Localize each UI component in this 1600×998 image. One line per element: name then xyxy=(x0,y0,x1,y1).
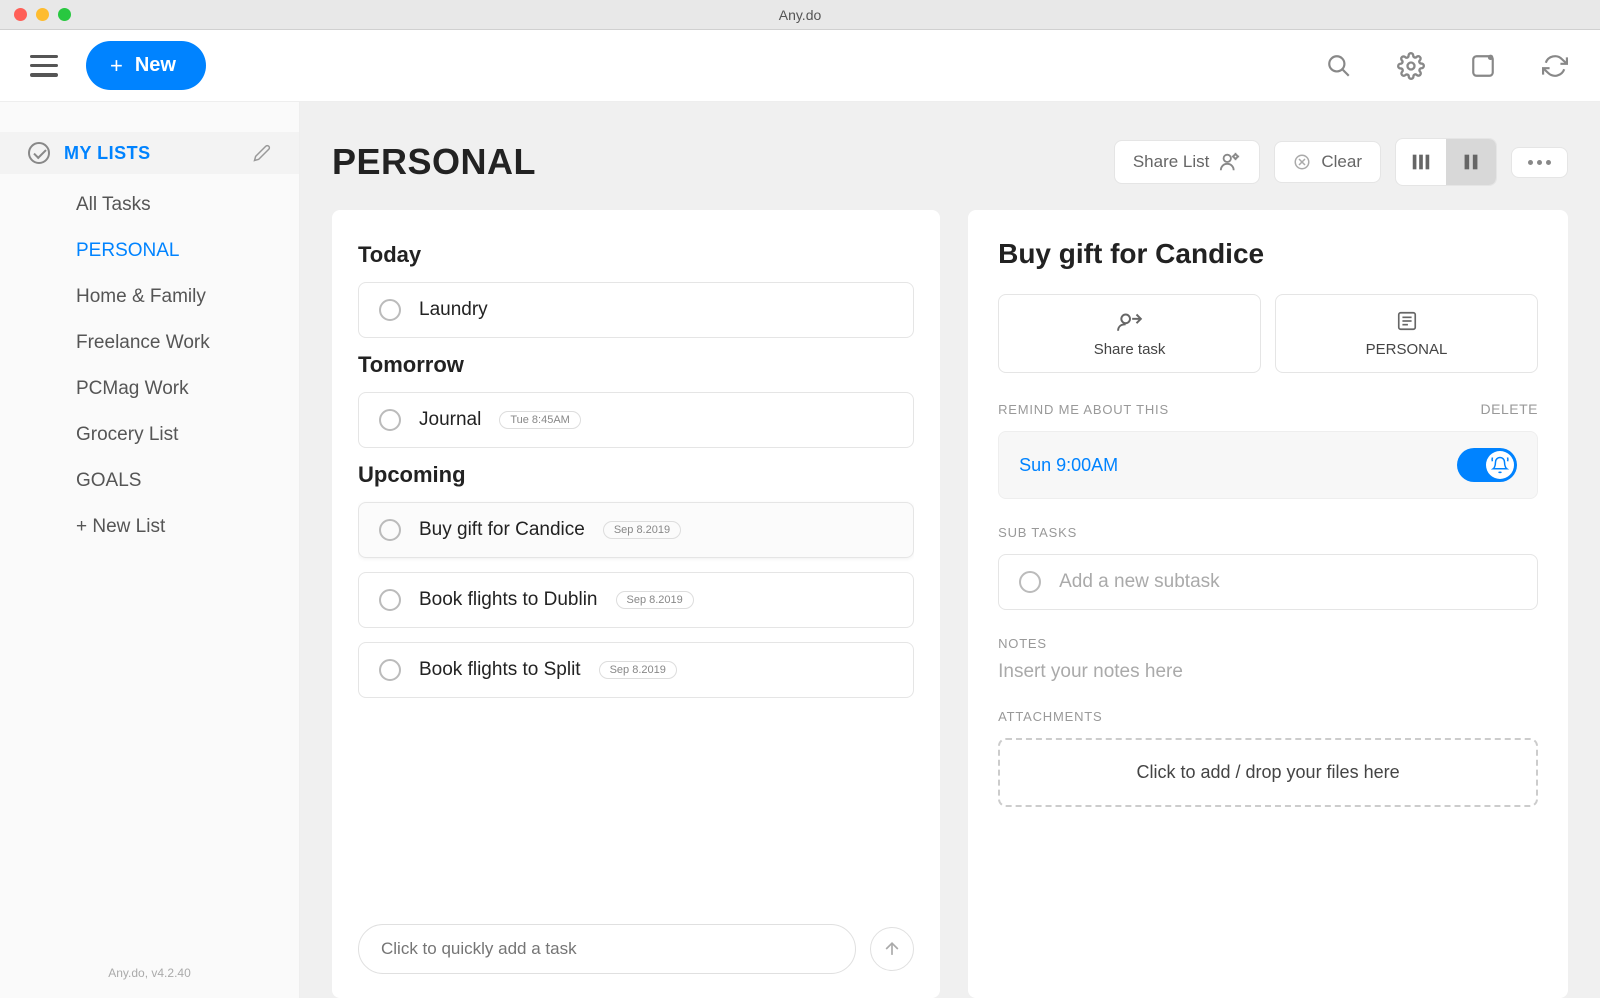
new-button-label: New xyxy=(135,54,176,77)
content-header: PERSONAL Share List Clear xyxy=(332,138,1568,186)
subtask-placeholder: Add a new subtask xyxy=(1059,571,1220,593)
task-check-icon[interactable] xyxy=(379,589,401,611)
app-version: Any.do, v4.2.40 xyxy=(0,966,299,980)
section-title: Today xyxy=(358,242,914,268)
window-title: Any.do xyxy=(779,7,822,23)
reminder-row[interactable]: Sun 9:00AM xyxy=(998,431,1538,499)
task-panel: Today Laundry Tomorrow Journal Tue 8:45AM Upc… xyxy=(332,210,940,998)
task-label: Laundry xyxy=(419,299,488,321)
sidebar-header-label: MY LISTS xyxy=(64,143,239,164)
task-row[interactable]: Book flights to Split Sep 8.2019 xyxy=(358,642,914,698)
view-two-columns[interactable] xyxy=(1446,139,1496,185)
move-list-button[interactable]: PERSONAL xyxy=(1275,294,1538,373)
task-row[interactable]: Journal Tue 8:45AM xyxy=(358,392,914,448)
pencil-icon[interactable] xyxy=(253,144,271,162)
attachments-drop[interactable]: Click to add / drop your files here xyxy=(998,738,1538,807)
sidebar-item[interactable]: Grocery List xyxy=(0,412,299,458)
task-row[interactable]: Laundry xyxy=(358,282,914,338)
check-circle-icon xyxy=(28,142,50,164)
minimize-window-icon[interactable] xyxy=(36,8,49,21)
quick-add-input[interactable] xyxy=(358,924,856,974)
reminder-time: Sun 9:00AM xyxy=(1019,455,1118,476)
clear-label: Clear xyxy=(1321,152,1362,172)
view-toggle xyxy=(1395,138,1497,186)
task-check-icon[interactable] xyxy=(379,299,401,321)
bell-icon xyxy=(1486,451,1514,479)
task-check-icon[interactable] xyxy=(379,659,401,681)
menu-icon[interactable] xyxy=(30,55,58,77)
task-badge: Sep 8.2019 xyxy=(599,661,677,679)
notes-input[interactable]: Insert your notes here xyxy=(998,661,1538,683)
more-button[interactable] xyxy=(1511,147,1568,178)
clear-button[interactable]: Clear xyxy=(1274,141,1381,183)
sidebar-item[interactable]: PERSONAL xyxy=(0,228,299,274)
app-toolbar: + New xyxy=(0,30,1600,102)
sidebar-header[interactable]: MY LISTS xyxy=(0,132,299,174)
task-label: Buy gift for Candice xyxy=(419,519,585,541)
search-icon[interactable] xyxy=(1324,51,1354,81)
send-icon[interactable] xyxy=(870,927,914,971)
sidebar-item[interactable]: Home & Family xyxy=(0,274,299,320)
sync-icon[interactable] xyxy=(1540,51,1570,81)
sidebar-item[interactable]: GOALS xyxy=(0,458,299,504)
task-row[interactable]: Book flights to Dublin Sep 8.2019 xyxy=(358,572,914,628)
task-check-icon[interactable] xyxy=(379,409,401,431)
people-icon xyxy=(1219,151,1241,173)
sidebar-item[interactable]: All Tasks xyxy=(0,182,299,228)
reminder-toggle[interactable] xyxy=(1457,448,1517,482)
attachments-label: ATTACHMENTS xyxy=(998,709,1102,724)
delete-button[interactable]: DELETE xyxy=(1481,401,1538,417)
section-title: Upcoming xyxy=(358,462,914,488)
task-badge: Tue 8:45AM xyxy=(499,411,581,429)
subtasks-label: SUB TASKS xyxy=(998,525,1077,540)
new-button[interactable]: + New xyxy=(86,41,206,90)
share-icon xyxy=(1117,309,1143,333)
view-three-columns[interactable] xyxy=(1396,139,1446,185)
focus-icon[interactable] xyxy=(1468,51,1498,81)
share-task-button[interactable]: Share task xyxy=(998,294,1261,373)
task-label: Journal xyxy=(419,409,481,431)
share-task-label: Share task xyxy=(1094,341,1166,358)
maximize-window-icon[interactable] xyxy=(58,8,71,21)
clear-icon xyxy=(1293,153,1311,171)
task-badge: Sep 8.2019 xyxy=(603,521,681,539)
list-title: PERSONAL xyxy=(332,141,536,183)
detail-panel: Buy gift for Candice Share task PERSONAL xyxy=(968,210,1568,998)
move-list-label: PERSONAL xyxy=(1366,341,1448,358)
notes-label: NOTES xyxy=(998,636,1047,651)
plus-icon: + xyxy=(110,55,123,77)
sidebar-item[interactable]: PCMag Work xyxy=(0,366,299,412)
section-title: Tomorrow xyxy=(358,352,914,378)
task-badge: Sep 8.2019 xyxy=(616,591,694,609)
traffic-lights xyxy=(0,8,71,21)
task-label: Book flights to Dublin xyxy=(419,589,598,611)
task-label: Book flights to Split xyxy=(419,659,581,681)
add-subtask-row[interactable]: Add a new subtask xyxy=(998,554,1538,610)
share-list-button[interactable]: Share List xyxy=(1114,140,1261,184)
share-list-label: Share List xyxy=(1133,152,1210,172)
list-icon xyxy=(1396,309,1418,333)
sidebar: MY LISTS All TasksPERSONALHome & FamilyF… xyxy=(0,102,300,998)
task-check-icon[interactable] xyxy=(379,519,401,541)
close-window-icon[interactable] xyxy=(14,8,27,21)
sidebar-item[interactable]: Freelance Work xyxy=(0,320,299,366)
subtask-check-icon xyxy=(1019,571,1041,593)
remind-label: REMIND ME ABOUT THIS xyxy=(998,402,1169,417)
sidebar-item[interactable]: + New List xyxy=(0,504,299,550)
detail-title: Buy gift for Candice xyxy=(998,238,1538,270)
titlebar: Any.do xyxy=(0,0,1600,30)
task-row[interactable]: Buy gift for Candice Sep 8.2019 xyxy=(358,502,914,558)
gear-icon[interactable] xyxy=(1396,51,1426,81)
